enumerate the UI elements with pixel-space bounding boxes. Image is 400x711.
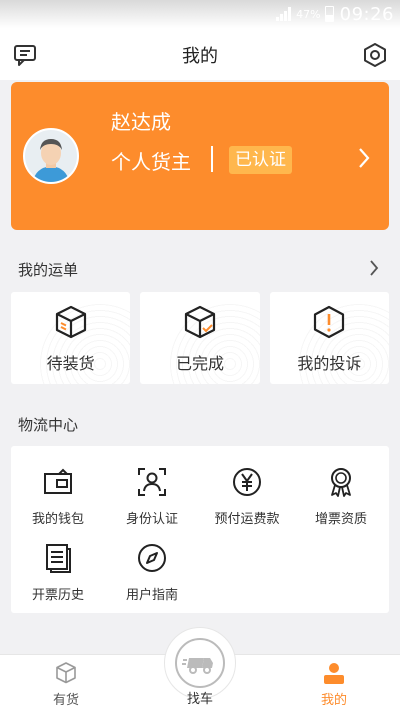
cargo-icon [56, 662, 76, 684]
divider [211, 146, 213, 172]
avatar[interactable] [23, 128, 79, 184]
battery-percent: 47% [296, 7, 321, 21]
settings-hex-icon[interactable] [362, 42, 388, 68]
box-pending-icon [55, 305, 86, 339]
award-icon [331, 468, 351, 497]
grid-item-prepay[interactable]: 预付运费款 [200, 452, 294, 528]
order-card-pending[interactable]: 待装货 [11, 292, 131, 384]
invoice-history-icon [46, 544, 71, 573]
signal-icon [276, 7, 292, 21]
person-icon [324, 663, 344, 684]
nav-item-cargo[interactable]: 有货 [26, 655, 106, 711]
id-verify-icon [138, 468, 166, 496]
grid-label: 用户指南 [125, 588, 178, 603]
profile-card[interactable]: 赵达成 个人货主 已认证 [11, 82, 389, 230]
grid-item-id-verify[interactable]: 身份认证 [105, 452, 199, 528]
nav-label: 有货 [52, 693, 79, 708]
logistics-panel: 我的钱包 身份认证 预付运费款 增票资质 开票历史 用户指南 [11, 446, 389, 613]
nav-item-mine[interactable]: 我的 [294, 655, 374, 711]
status-bar: 47% 09:26 [0, 0, 400, 28]
grid-label: 我的钱包 [31, 512, 84, 527]
chevron-right-icon[interactable] [357, 146, 371, 170]
user-role: 个人货主 [111, 150, 191, 174]
complaint-icon [314, 305, 345, 339]
grid-label: 预付运费款 [214, 512, 280, 527]
order-card-done[interactable]: 已完成 [140, 292, 260, 384]
user-name: 赵达成 [111, 110, 171, 134]
chevron-right-icon[interactable] [368, 259, 380, 277]
orders-section-title: 我的运单 [18, 261, 79, 279]
logistics-section-title: 物流中心 [18, 416, 79, 434]
page-title: 我的 [182, 46, 218, 67]
box-done-icon [184, 305, 216, 339]
grid-item-invoice-history[interactable]: 开票历史 [11, 528, 105, 604]
clock: 09:26 [339, 3, 394, 25]
grid-item-user-guide[interactable]: 用户指南 [105, 528, 199, 604]
grid-label: 开票历史 [31, 588, 84, 603]
grid-label: 身份认证 [125, 512, 178, 527]
grid-label: 增票资质 [314, 512, 367, 527]
grid-item-wallet[interactable]: 我的钱包 [11, 452, 105, 528]
verified-badge: 已认证 [229, 146, 292, 174]
battery-icon [324, 6, 334, 22]
wallet-icon [44, 468, 72, 494]
avatar-image [25, 130, 77, 182]
order-label: 待装货 [46, 354, 95, 373]
truck-icon [182, 658, 213, 674]
grid-item-invoice-qualification[interactable]: 增票资质 [294, 452, 388, 528]
orders-row: 待装货 已完成 我的投诉 [11, 292, 389, 384]
order-label: 我的投诉 [297, 354, 362, 373]
order-label: 已完成 [175, 354, 224, 373]
yen-icon [233, 468, 261, 496]
nav-label: 我的 [320, 693, 347, 708]
top-bar: 我的 [0, 28, 400, 80]
compass-icon [138, 544, 166, 572]
order-card-complaint[interactable]: 我的投诉 [269, 292, 389, 384]
nav-label-find-truck: 找车 [186, 692, 213, 707]
